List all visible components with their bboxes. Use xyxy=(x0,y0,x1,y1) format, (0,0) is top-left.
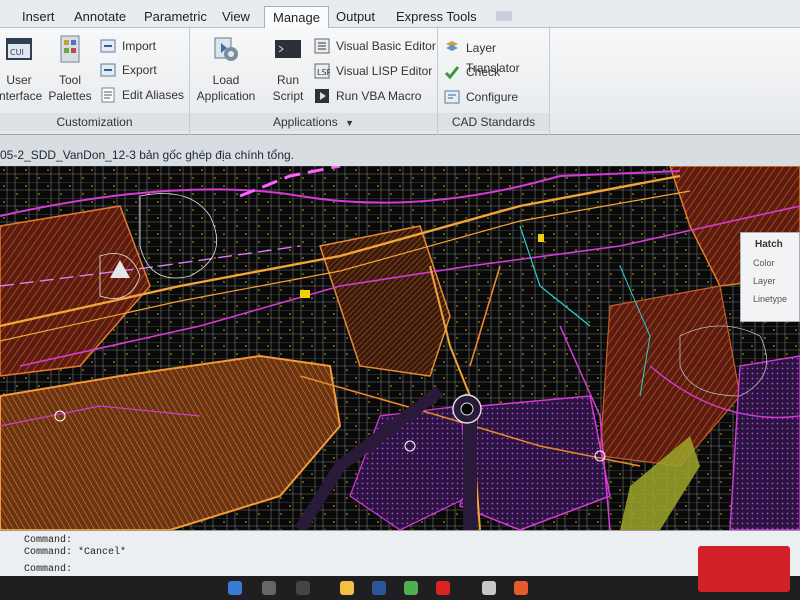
cad-map-drawing xyxy=(0,166,800,530)
panel-title-cad-standards: CAD Standards xyxy=(438,113,549,131)
panel-title-customization: Customization xyxy=(0,113,189,131)
import-icon xyxy=(100,39,116,53)
tab-parametric[interactable]: Parametric xyxy=(136,6,215,28)
run-script-icon xyxy=(275,40,301,58)
chrome-icon[interactable] xyxy=(404,581,418,595)
panel-title-applications[interactable]: Applications ▼ xyxy=(190,113,437,131)
tool-palettes-label: Tool Palettes xyxy=(48,73,92,103)
panel-title-applications-label: Applications xyxy=(273,115,338,129)
tab-insert[interactable]: Insert xyxy=(14,6,63,28)
tab-view[interactable]: View xyxy=(214,6,258,28)
visual-basic-editor-icon xyxy=(314,38,330,54)
load-application-label: Load Application xyxy=(196,73,256,103)
tab-express-tools[interactable]: Express Tools xyxy=(388,6,485,28)
tool-palettes-button[interactable]: Tool Palettes xyxy=(46,34,94,104)
tab-manage[interactable]: Manage xyxy=(264,6,329,28)
tool-palettes-icon xyxy=(60,35,80,63)
panel-customization: CUI User Interface Tool Palettes Import … xyxy=(0,28,190,135)
drawing-tab-title[interactable]: 05-2_SDD_VanDon_12-3 bản gốc ghép địa ch… xyxy=(0,147,294,163)
command-history-line-1: Command: xyxy=(24,535,73,546)
command-line-window: Command: Command: *Cancel* Command: xyxy=(0,530,800,576)
quick-properties-title: Hatch xyxy=(755,239,783,250)
property-row-linetype[interactable]: Linetype xyxy=(741,294,799,304)
file-explorer-icon[interactable] xyxy=(340,581,354,595)
windows-taskbar xyxy=(0,576,800,600)
tab-annotate[interactable]: Annotate xyxy=(66,6,134,28)
task-view-icon[interactable] xyxy=(296,581,310,595)
panel-cad-standards: Layer Translator Check Configure CAD Sta… xyxy=(438,28,550,135)
check-icon xyxy=(444,66,460,80)
app-icon-2[interactable] xyxy=(514,581,528,595)
user-interface-label: User Interface xyxy=(0,73,43,103)
cui-icon: CUI xyxy=(6,38,32,60)
load-application-icon xyxy=(214,37,238,61)
layer-translator-button[interactable]: Layer Translator xyxy=(444,38,549,75)
visual-basic-editor-label: Visual Basic Editor xyxy=(336,39,436,53)
layer-translator-icon xyxy=(446,41,458,51)
edit-aliases-label: Edit Aliases xyxy=(122,88,185,102)
visual-lisp-editor-button[interactable]: LSP Visual LISP Editor xyxy=(314,61,432,81)
command-history-line-2: Command: *Cancel* xyxy=(24,547,127,558)
app-icon-1[interactable] xyxy=(482,581,496,595)
chevron-down-icon: ▼ xyxy=(345,118,354,128)
user-interface-button[interactable]: CUI User Interface xyxy=(0,34,44,104)
tab-output[interactable]: Output xyxy=(328,6,383,28)
export-button[interactable]: Export xyxy=(100,60,157,80)
check-button[interactable]: Check xyxy=(444,62,500,82)
ribbon-panel-area: CUI User Interface Tool Palettes Import … xyxy=(0,28,800,135)
panel-applications: Load Application Run Script Visual Basic… xyxy=(190,28,438,135)
edit-aliases-icon xyxy=(101,87,115,103)
svg-text:LSP: LSP xyxy=(317,68,330,77)
word-icon[interactable] xyxy=(372,581,386,595)
visual-lisp-editor-icon: LSP xyxy=(314,63,330,79)
start-icon[interactable] xyxy=(228,581,242,595)
quick-properties-popup[interactable]: Hatch Color Layer Linetype xyxy=(740,232,800,322)
ribbon-tab-bar: Insert Annotate Parametric View Manage O… xyxy=(0,0,800,28)
vico-logo xyxy=(698,546,790,592)
drawing-canvas[interactable] xyxy=(0,166,800,530)
export-icon xyxy=(100,63,116,77)
configure-icon xyxy=(444,90,460,104)
run-script-label: Run Script xyxy=(272,73,304,103)
configure-label: Configure xyxy=(466,90,519,104)
check-label: Check xyxy=(466,65,501,79)
configure-button[interactable]: Configure xyxy=(444,87,518,107)
property-row-layer[interactable]: Layer xyxy=(741,276,799,286)
run-vba-macro-label: Run VBA Macro xyxy=(336,89,422,103)
property-row-color[interactable]: Color xyxy=(741,258,799,268)
svg-text:CUI: CUI xyxy=(10,48,24,57)
search-icon[interactable] xyxy=(262,581,276,595)
command-input[interactable]: Command: xyxy=(24,564,72,575)
export-label: Export xyxy=(122,63,157,77)
visual-basic-editor-button[interactable]: Visual Basic Editor xyxy=(314,36,436,56)
run-script-button[interactable]: Run Script xyxy=(268,34,308,104)
import-button[interactable]: Import xyxy=(100,36,156,56)
edit-aliases-button[interactable]: Edit Aliases xyxy=(100,85,184,105)
load-application-button[interactable]: Load Application xyxy=(196,34,256,104)
visual-lisp-editor-label: Visual LISP Editor xyxy=(336,64,433,78)
import-label: Import xyxy=(122,39,157,53)
autocad-icon[interactable] xyxy=(436,581,450,595)
run-vba-macro-icon xyxy=(315,89,329,103)
run-vba-macro-button[interactable]: Run VBA Macro xyxy=(314,86,421,106)
ribbon-minimize-icon[interactable] xyxy=(496,11,512,21)
